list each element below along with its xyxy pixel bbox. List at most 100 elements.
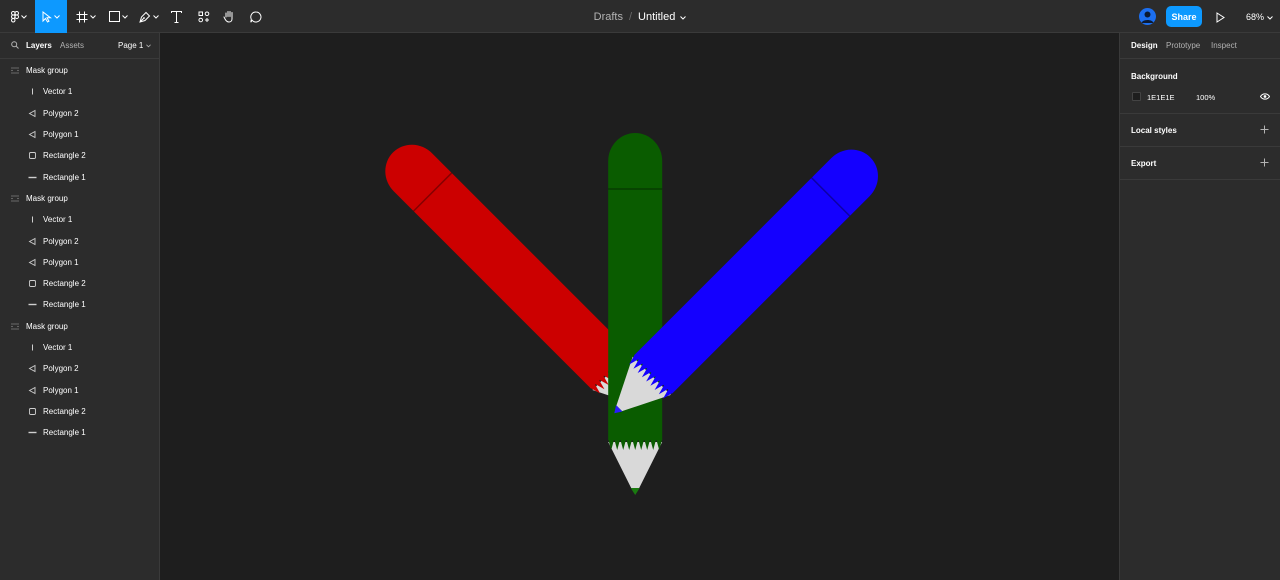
- tab-design[interactable]: Design: [1131, 41, 1158, 50]
- vector-icon: [28, 215, 37, 224]
- zoom-dropdown[interactable]: 68%: [1246, 0, 1273, 33]
- layer-row[interactable]: Rectangle 2: [0, 273, 160, 294]
- layer-label: Vector 1: [43, 343, 73, 352]
- layer-row[interactable]: Polygon 1: [0, 379, 160, 400]
- comment-tool-button[interactable]: [246, 0, 266, 33]
- layer-row[interactable]: Polygon 2: [0, 358, 160, 379]
- layer-label: Polygon 1: [43, 130, 79, 140]
- polygon-icon: [28, 237, 37, 246]
- layer-row-mask-group[interactable]: Mask group: [0, 316, 160, 337]
- figma-menu-icon: [11, 10, 19, 23]
- resources-button[interactable]: [194, 0, 214, 33]
- local-styles-title: Local styles: [1131, 126, 1177, 135]
- polygon-icon: [28, 364, 37, 373]
- background-opacity-input[interactable]: 100%: [1196, 93, 1215, 102]
- text-tool-button[interactable]: [166, 0, 186, 33]
- layer-list: Mask group Vector 1 Polygon 2 Polygon 1 Rect…: [0, 60, 160, 443]
- layer-label: Polygon 1: [43, 385, 79, 395]
- vector-icon: [28, 343, 37, 352]
- shape-tool-button[interactable]: [105, 0, 131, 33]
- frame-tool-button[interactable]: [73, 0, 99, 33]
- main-menu-button[interactable]: [4, 0, 34, 33]
- present-button[interactable]: [1216, 10, 1225, 28]
- breadcrumb-drafts[interactable]: Drafts: [594, 11, 623, 23]
- tab-prototype[interactable]: Prototype: [1166, 41, 1200, 50]
- tab-layers[interactable]: Layers: [26, 41, 52, 50]
- layer-label: Rectangle 1: [43, 300, 86, 310]
- page-label: Page 1: [118, 41, 144, 50]
- local-styles-section: Local styles: [1120, 114, 1280, 147]
- move-tool-icon: [42, 10, 52, 23]
- mask-group-icon: [11, 194, 20, 203]
- layer-label: Mask group: [26, 321, 68, 331]
- share-button[interactable]: Share: [1166, 6, 1202, 27]
- background-hex-input[interactable]: 1E1E1E: [1147, 93, 1175, 102]
- user-icon: [1141, 11, 1154, 23]
- layer-label: Mask group: [26, 193, 68, 203]
- rectangle-icon: [28, 279, 37, 288]
- design-canvas[interactable]: [160, 33, 1119, 580]
- background-title: Background: [1131, 72, 1178, 81]
- layer-row[interactable]: Polygon 1: [0, 252, 160, 273]
- chevron-down-icon[interactable]: [680, 11, 687, 23]
- layer-row[interactable]: Rectangle 1: [0, 422, 160, 443]
- layer-row[interactable]: Polygon 2: [0, 230, 160, 251]
- pencil-tip: [630, 488, 640, 495]
- layer-label: Polygon 2: [43, 236, 79, 246]
- export-title: Export: [1131, 159, 1157, 168]
- tab-inspect[interactable]: Inspect: [1211, 41, 1237, 50]
- user-avatar[interactable]: [1139, 8, 1156, 25]
- file-name[interactable]: Untitled: [638, 11, 675, 23]
- move-tool-button[interactable]: [35, 0, 67, 33]
- background-section: Background 1E1E1E 100%: [1120, 59, 1280, 114]
- chevron-down-icon: [90, 14, 96, 19]
- play-icon: [1216, 12, 1225, 23]
- background-color-swatch[interactable]: [1132, 92, 1141, 101]
- polygon-icon: [28, 109, 37, 118]
- chevron-down-icon: [54, 14, 60, 19]
- frame-tool-icon: [76, 11, 88, 23]
- rectangle-tool-icon: [108, 11, 120, 22]
- comment-tool-icon: [250, 11, 262, 23]
- layer-row[interactable]: Rectangle 1: [0, 294, 160, 315]
- line-rectangle-icon: [28, 428, 37, 437]
- chevron-down-icon: [21, 14, 27, 19]
- mask-group-icon: [11, 322, 20, 331]
- layer-label: Polygon 2: [43, 108, 79, 118]
- layer-label: Vector 1: [43, 87, 73, 97]
- search-icon[interactable]: [11, 41, 19, 51]
- export-section: Export: [1120, 147, 1280, 180]
- add-export-plus-icon[interactable]: [1260, 158, 1269, 169]
- toolbar: Drafts / Untitled Share 68%: [0, 0, 1280, 33]
- resources-icon: [198, 10, 210, 23]
- tab-assets[interactable]: Assets: [60, 41, 84, 50]
- layer-row[interactable]: Rectangle 2: [0, 401, 160, 422]
- layer-label: Rectangle 2: [43, 151, 86, 161]
- pen-tool-icon: [139, 11, 151, 23]
- chevron-down-icon: [145, 44, 151, 48]
- layer-label: Rectangle 2: [43, 406, 86, 416]
- zoom-value: 68%: [1246, 11, 1265, 22]
- layer-row[interactable]: Vector 1: [0, 81, 160, 102]
- layer-row[interactable]: Rectangle 1: [0, 166, 160, 187]
- line-rectangle-icon: [28, 173, 37, 182]
- pen-tool-button[interactable]: [136, 0, 162, 33]
- layer-label: Mask group: [26, 66, 68, 76]
- hand-tool-button[interactable]: [219, 0, 239, 33]
- layer-label: Rectangle 2: [43, 279, 86, 289]
- layer-row[interactable]: Polygon 2: [0, 103, 160, 124]
- page-selector[interactable]: Page 1: [118, 41, 151, 50]
- layer-label: Vector 1: [43, 215, 73, 225]
- vector-icon: [28, 87, 37, 96]
- line-rectangle-icon: [28, 300, 37, 309]
- layer-row[interactable]: Vector 1: [0, 337, 160, 358]
- layer-row[interactable]: Vector 1: [0, 209, 160, 230]
- layer-row[interactable]: Rectangle 2: [0, 145, 160, 166]
- hand-tool-icon: [223, 10, 236, 23]
- layer-row-mask-group[interactable]: Mask group: [0, 60, 160, 81]
- visibility-eye-icon[interactable]: [1259, 93, 1271, 102]
- layer-row-mask-group[interactable]: Mask group: [0, 188, 160, 209]
- add-style-plus-icon[interactable]: [1260, 125, 1269, 136]
- polygon-icon: [28, 130, 37, 139]
- layer-row[interactable]: Polygon 1: [0, 124, 160, 145]
